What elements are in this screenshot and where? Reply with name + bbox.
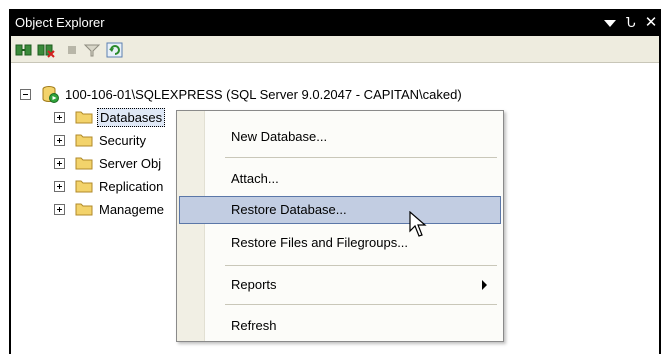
menu-item-label: Reports [231, 277, 277, 292]
expand-toggle[interactable] [54, 203, 65, 215]
expand-toggle[interactable] [54, 157, 65, 169]
menu-item-label: Restore Files and Filegroups... [231, 235, 409, 250]
tree-node-server[interactable]: 100-106-01\SQLEXPRESS (SQL Server 9.0.20… [20, 84, 464, 104]
tree-node-label: 100-106-01\SQLEXPRESS (SQL Server 9.0.20… [65, 86, 462, 102]
tree-node-replication[interactable]: Replication [54, 176, 165, 196]
menu-separator [225, 265, 497, 266]
folder-icon [75, 203, 93, 216]
menu-item-new-database[interactable]: New Database... [179, 123, 501, 151]
filter-button[interactable] [83, 42, 101, 58]
refresh-icon [106, 42, 123, 58]
expand-toggle[interactable] [54, 180, 65, 192]
disconnect-icon [37, 44, 55, 58]
menu-item-label: New Database... [231, 129, 328, 144]
menu-item-label: Refresh [231, 318, 277, 333]
database-server-icon [42, 86, 59, 103]
menu-separator [225, 304, 497, 305]
close-panel-button[interactable]: ✕ [642, 13, 659, 33]
pin-icon: Ն [626, 15, 636, 30]
menu-item-refresh[interactable]: Refresh [179, 312, 501, 340]
explorer-toolbar [11, 36, 659, 63]
collapse-toggle[interactable] [20, 88, 31, 100]
folder-icon [75, 180, 93, 193]
mouse-pointer-icon [409, 211, 427, 237]
connect-icon [15, 44, 32, 56]
menu-item-restore-database[interactable]: Restore Database... [179, 196, 501, 224]
tree-node-management[interactable]: Manageme [54, 199, 166, 219]
folder-icon [75, 111, 93, 124]
expand-toggle[interactable] [54, 134, 65, 146]
menu-item-attach[interactable]: Attach... [179, 165, 501, 193]
panel-title: Object Explorer [15, 15, 105, 30]
tree-node-databases[interactable]: Databases [54, 107, 166, 127]
folder-icon [75, 134, 93, 147]
tree-node-label: Replication [99, 178, 164, 194]
menu-item-label: Restore Database... [231, 202, 347, 217]
close-icon: ✕ [644, 14, 658, 31]
tree-node-label: Databases [97, 107, 166, 127]
disconnect-button[interactable] [37, 42, 55, 58]
menu-item-label: Attach... [231, 171, 279, 186]
refresh-button[interactable] [106, 42, 124, 58]
menu-item-restore-files-filegroups[interactable]: Restore Files and Filegroups... [179, 229, 501, 257]
folder-icon [75, 157, 93, 170]
window-position-dropdown-button[interactable] [601, 13, 619, 33]
menu-item-reports[interactable]: Reports [179, 271, 501, 299]
menu-separator [225, 157, 497, 158]
stop-icon [68, 46, 76, 54]
expand-toggle[interactable] [54, 111, 65, 123]
tree-node-label: Security [99, 132, 146, 148]
stop-button[interactable] [63, 42, 81, 58]
filter-icon [83, 44, 101, 57]
tree-node-security[interactable]: Security [54, 130, 148, 150]
tree-node-label: Server Obj [99, 155, 162, 171]
submenu-arrow-icon [482, 280, 487, 290]
panel-titlebar: Object Explorer Ն ✕ [11, 11, 659, 36]
context-menu: New Database... Attach... Restore Databa… [176, 110, 504, 342]
tree-node-server-objects[interactable]: Server Obj [54, 153, 163, 173]
triangle-down-icon [604, 20, 616, 27]
auto-hide-pin-button[interactable]: Ն [622, 13, 640, 33]
tree-node-label: Manageme [99, 201, 165, 217]
connect-button[interactable] [15, 42, 33, 58]
